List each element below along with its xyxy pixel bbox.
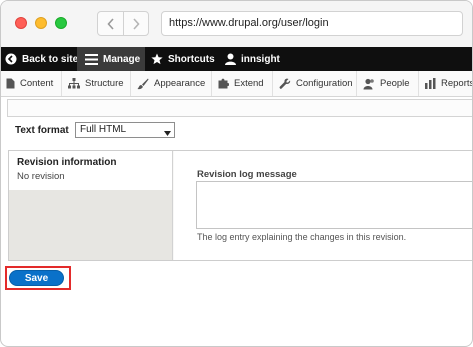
- browser-chrome: https://www.drupal.org/user/login: [1, 1, 472, 48]
- history-nav: [97, 11, 149, 36]
- tray-item-label: Reports: [441, 78, 473, 89]
- save-button[interactable]: Save: [9, 270, 64, 286]
- admin-toolbar: Back to site Manage Shortcuts innsight: [1, 47, 472, 71]
- back-button[interactable]: [98, 12, 124, 35]
- forward-button[interactable]: [123, 12, 148, 35]
- tray-item-people[interactable]: People: [357, 71, 419, 96]
- chevron-left-icon: [106, 17, 114, 30]
- paintbrush-icon: [137, 78, 149, 90]
- manage-label: Manage: [103, 53, 141, 65]
- minimize-window-button[interactable]: [35, 17, 47, 29]
- tray-item-configuration[interactable]: Configuration: [273, 71, 357, 96]
- user-label: innsight: [241, 53, 280, 65]
- tray-item-label: People: [380, 78, 410, 89]
- people-icon: [363, 78, 375, 90]
- text-format-value: Full HTML: [80, 124, 127, 135]
- tray-item-label: Configuration: [296, 78, 353, 89]
- puzzle-icon: [218, 78, 229, 89]
- star-icon: [151, 53, 163, 65]
- back-to-site-label: Back to site: [22, 53, 79, 65]
- editor-bottom-strip: [7, 99, 472, 117]
- revision-info-title: Revision information: [17, 157, 117, 168]
- wrench-icon: [279, 78, 291, 90]
- tray-item-appearance[interactable]: Appearance: [131, 71, 212, 96]
- sitemap-icon: [68, 78, 80, 89]
- shortcuts-tab[interactable]: Shortcuts: [151, 47, 215, 71]
- text-format-label: Text format: [15, 125, 69, 136]
- user-tab[interactable]: innsight: [225, 47, 280, 71]
- bar-chart-icon: [425, 78, 436, 89]
- tray-item-extend[interactable]: Extend: [212, 71, 273, 96]
- arrow-left-circle-icon: [5, 53, 17, 65]
- text-format-select[interactable]: Full HTML: [75, 122, 175, 138]
- shortcuts-label: Shortcuts: [168, 53, 215, 65]
- revision-log-textarea[interactable]: [196, 181, 472, 229]
- admin-tray: Content Structure Appearance Extend Conf…: [1, 71, 473, 97]
- maximize-window-button[interactable]: [55, 17, 67, 29]
- file-icon: [6, 78, 15, 89]
- tray-item-reports[interactable]: Reports: [419, 71, 473, 96]
- user-icon: [225, 53, 236, 65]
- tray-item-label: Extend: [234, 78, 264, 89]
- chevron-down-icon: [164, 127, 171, 141]
- revision-log-label: Revision log message: [197, 169, 297, 180]
- tray-item-structure[interactable]: Structure: [62, 71, 131, 96]
- hamburger-menu-icon: [85, 53, 98, 65]
- address-bar[interactable]: https://www.drupal.org/user/login: [161, 11, 463, 36]
- tray-item-label: Content: [20, 78, 54, 89]
- tray-item-content[interactable]: Content: [1, 71, 62, 96]
- vertical-tabs-menu-fill: [9, 190, 173, 260]
- tray-item-label: Appearance: [154, 78, 206, 89]
- browser-window: https://www.drupal.org/user/login Back t…: [0, 0, 473, 347]
- close-window-button[interactable]: [15, 17, 27, 29]
- tray-item-label: Structure: [85, 78, 124, 89]
- chevron-right-icon: [132, 17, 140, 30]
- manage-tab[interactable]: Manage: [77, 47, 145, 71]
- revision-log-help: The log entry explaining the changes in …: [197, 232, 407, 242]
- revision-info-summary: No revision: [17, 171, 65, 182]
- back-to-site-link[interactable]: Back to site: [5, 47, 78, 71]
